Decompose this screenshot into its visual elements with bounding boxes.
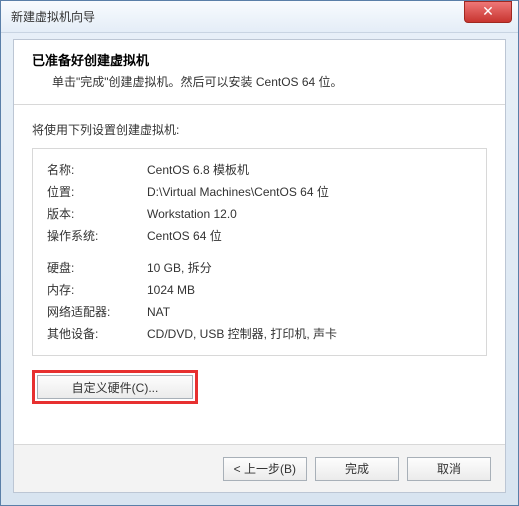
back-button[interactable]: < 上一步(B) [223, 457, 307, 481]
label-os: 操作系统: [47, 225, 147, 247]
row-memory: 内存: 1024 MB [47, 279, 472, 301]
close-button[interactable]: ✕ [464, 1, 512, 23]
value-os: CentOS 64 位 [147, 225, 472, 247]
row-disk: 硬盘: 10 GB, 拆分 [47, 257, 472, 279]
label-other: 其他设备: [47, 323, 147, 345]
value-memory: 1024 MB [147, 279, 472, 301]
label-memory: 内存: [47, 279, 147, 301]
row-other: 其他设备: CD/DVD, USB 控制器, 打印机, 声卡 [47, 323, 472, 345]
body: 将使用下列设置创建虚拟机: 名称: CentOS 6.8 模板机 位置: D:\… [14, 105, 505, 420]
header-subtitle: 单击"完成"创建虚拟机。然后可以安装 CentOS 64 位。 [32, 73, 487, 90]
value-other: CD/DVD, USB 控制器, 打印机, 声卡 [147, 323, 472, 345]
value-name: CentOS 6.8 模板机 [147, 159, 472, 181]
value-network: NAT [147, 301, 472, 323]
row-network: 网络适配器: NAT [47, 301, 472, 323]
row-name: 名称: CentOS 6.8 模板机 [47, 159, 472, 181]
customize-hw-highlight: 自定义硬件(C)... [32, 370, 487, 404]
customize-hardware-button[interactable]: 自定义硬件(C)... [37, 375, 193, 399]
label-name: 名称: [47, 159, 147, 181]
row-os: 操作系统: CentOS 64 位 [47, 225, 472, 247]
wizard-window: 新建虚拟机向导 ✕ 已准备好创建虚拟机 单击"完成"创建虚拟机。然后可以安装 C… [0, 0, 519, 506]
label-disk: 硬盘: [47, 257, 147, 279]
row-version: 版本: Workstation 12.0 [47, 203, 472, 225]
header: 已准备好创建虚拟机 单击"完成"创建虚拟机。然后可以安装 CentOS 64 位… [14, 40, 505, 105]
close-icon: ✕ [482, 3, 494, 19]
body-intro: 将使用下列设置创建虚拟机: [32, 121, 487, 138]
label-network: 网络适配器: [47, 301, 147, 323]
header-title: 已准备好创建虚拟机 [32, 50, 487, 69]
row-location: 位置: D:\Virtual Machines\CentOS 64 位 [47, 181, 472, 203]
value-disk: 10 GB, 拆分 [147, 257, 472, 279]
settings-box: 名称: CentOS 6.8 模板机 位置: D:\Virtual Machin… [32, 148, 487, 356]
value-version: Workstation 12.0 [147, 203, 472, 225]
label-version: 版本: [47, 203, 147, 225]
footer: < 上一步(B) 完成 取消 [14, 444, 505, 492]
content-pane: 已准备好创建虚拟机 单击"完成"创建虚拟机。然后可以安装 CentOS 64 位… [13, 39, 506, 493]
window-title: 新建虚拟机向导 [11, 8, 514, 25]
titlebar: 新建虚拟机向导 [1, 1, 518, 33]
cancel-button[interactable]: 取消 [407, 457, 491, 481]
finish-button[interactable]: 完成 [315, 457, 399, 481]
value-location: D:\Virtual Machines\CentOS 64 位 [147, 181, 472, 203]
label-location: 位置: [47, 181, 147, 203]
